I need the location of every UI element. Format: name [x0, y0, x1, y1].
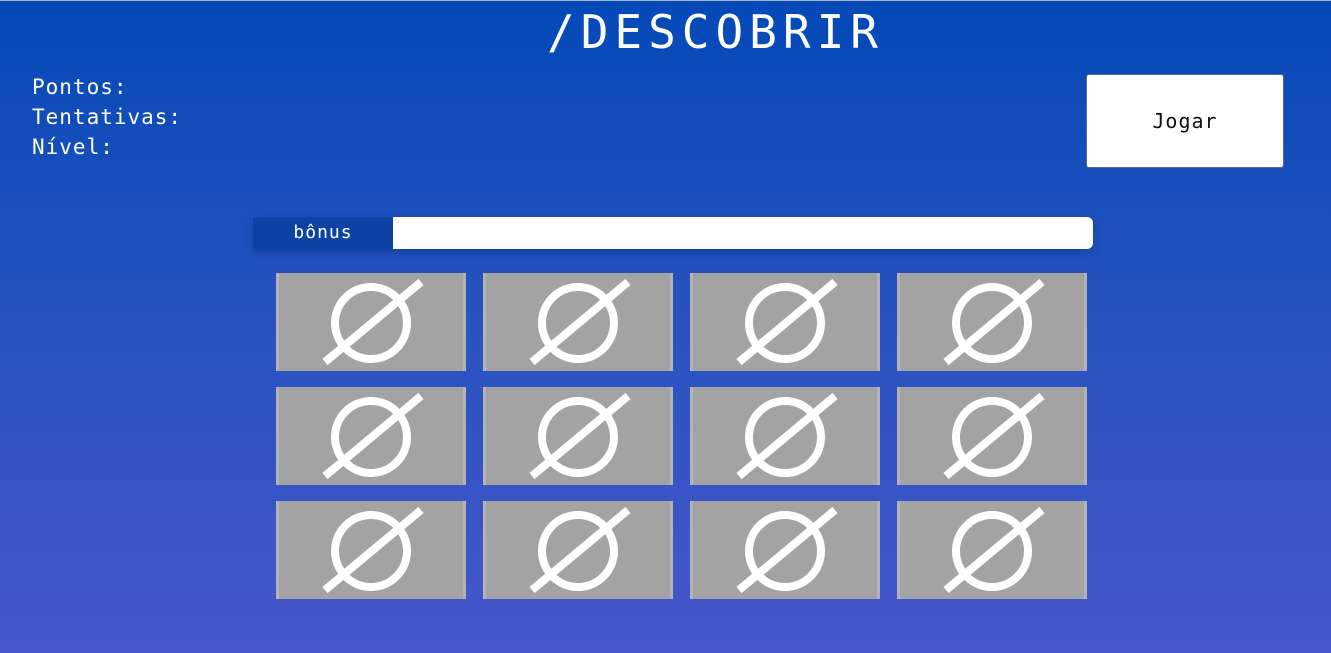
game-title: /DESCOBRIR: [547, 5, 884, 59]
empty-set-icon: [943, 392, 1045, 480]
empty-set-icon: [736, 392, 838, 480]
card-9[interactable]: [276, 501, 466, 599]
empty-set-icon: [322, 278, 424, 366]
top-edge: [0, 0, 1331, 1]
stats-panel: Pontos: Tentativas: Nível:: [32, 72, 182, 162]
play-button[interactable]: Jogar: [1086, 74, 1284, 168]
empty-set-icon: [943, 278, 1045, 366]
card-2[interactable]: [483, 273, 673, 371]
empty-set-icon: [322, 506, 424, 594]
card-1[interactable]: [276, 273, 466, 371]
card-6[interactable]: [483, 387, 673, 485]
bonus-bar: bônus: [253, 217, 1093, 249]
card-grid: [276, 273, 1087, 599]
level-label: Nível:: [32, 135, 114, 159]
bonus-label: bônus: [253, 217, 393, 249]
card-10[interactable]: [483, 501, 673, 599]
card-12[interactable]: [897, 501, 1087, 599]
card-3[interactable]: [690, 273, 880, 371]
card-5[interactable]: [276, 387, 466, 485]
card-8[interactable]: [897, 387, 1087, 485]
empty-set-icon: [529, 506, 631, 594]
points-label: Pontos:: [32, 75, 128, 99]
empty-set-icon: [529, 278, 631, 366]
card-7[interactable]: [690, 387, 880, 485]
empty-set-icon: [736, 278, 838, 366]
card-4[interactable]: [897, 273, 1087, 371]
card-11[interactable]: [690, 501, 880, 599]
empty-set-icon: [736, 506, 838, 594]
empty-set-icon: [529, 392, 631, 480]
empty-set-icon: [943, 506, 1045, 594]
empty-set-icon: [322, 392, 424, 480]
attempts-label: Tentativas:: [32, 105, 183, 129]
